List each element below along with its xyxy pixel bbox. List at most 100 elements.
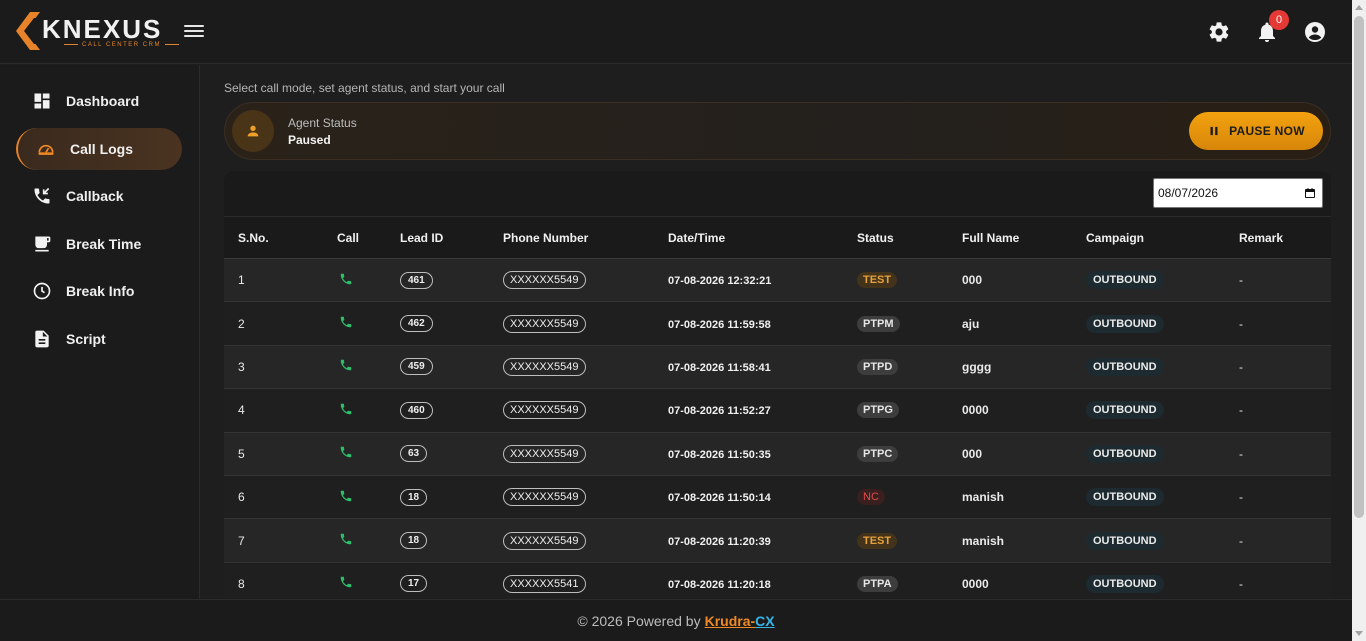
date-filter-input[interactable]: 08/07/2026 <box>1153 178 1323 208</box>
knexus-logo[interactable]: KNEXUS CALL CENTER CRM <box>16 12 164 54</box>
cell-sno: 2 <box>224 301 323 346</box>
header-call[interactable]: Call <box>323 216 386 259</box>
cell-campaign: OUTBOUND <box>1072 475 1225 520</box>
cell-sno: 5 <box>224 432 323 476</box>
top-header: KNEXUS CALL CENTER CRM 0 <box>0 0 1352 64</box>
full-name-text: 000 <box>962 273 983 288</box>
call-phone-icon[interactable] <box>339 402 353 416</box>
cell-status: PTPC <box>843 432 948 476</box>
footer-brand-link[interactable]: Krudra- <box>705 613 756 629</box>
header-campaign[interactable]: Campaign <box>1072 216 1225 259</box>
datetime-text: 07-08-2026 11:58:41 <box>668 361 771 374</box>
calendar-icon[interactable] <box>1304 187 1316 199</box>
table-row[interactable]: 7 18 XXXXXX5549 07-08-2026 11:20:39 TEST mani… <box>224 518 1331 563</box>
cell-campaign: OUTBOUND <box>1072 388 1225 433</box>
cell-phone: XXXXXX5549 <box>489 388 654 433</box>
datetime-text: 07-08-2026 11:59:58 <box>668 318 771 331</box>
footer-brand-link-cx[interactable]: CX <box>755 613 774 629</box>
cell-remark: - <box>1225 388 1331 433</box>
header-date-time[interactable]: Date/Time <box>654 216 843 259</box>
scroll-down-arrow-icon[interactable] <box>1355 631 1363 636</box>
header-remark[interactable]: Remark <box>1225 216 1331 259</box>
document-icon <box>35 330 49 348</box>
cell-lead-id: 18 <box>386 518 489 563</box>
phone-number-pill: XXXXXX5549 <box>503 531 586 550</box>
status-badge: PTPA <box>857 575 898 592</box>
call-phone-icon[interactable] <box>339 315 353 329</box>
table-row[interactable]: 6 18 XXXXXX5549 07-08-2026 11:50:14 NC manish… <box>224 475 1331 520</box>
cell-remark: - <box>1225 345 1331 390</box>
sidebar-item-script[interactable]: Script <box>16 318 182 360</box>
sidebar-item-break-time[interactable]: Break Time <box>16 223 182 265</box>
settings-gear-icon[interactable] <box>1207 20 1231 44</box>
table-row[interactable]: 3 459 XXXXXX5549 07-08-2026 11:58:41 PTPD ggg… <box>224 345 1331 390</box>
sidebar-item-label: Dashboard <box>66 93 140 109</box>
sidebar-item-call-logs[interactable]: Call Logs <box>16 128 182 170</box>
table-body: 1 461 XXXXXX5549 07-08-2026 12:32:21 TEST 000… <box>224 258 1331 599</box>
table-row[interactable]: 2 462 XXXXXX5549 07-08-2026 11:59:58 PTPM aju… <box>224 301 1331 346</box>
status-badge: TEST <box>857 532 898 549</box>
table-row[interactable]: 4 460 XXXXXX5549 07-08-2026 11:52:27 PTPG 000… <box>224 388 1331 433</box>
pause-now-button[interactable]: PAUSE NOW <box>1189 112 1323 150</box>
cell-call <box>323 258 386 303</box>
footer-text: © 2026 Powered by <box>577 612 701 629</box>
cell-phone: XXXXXX5549 <box>489 475 654 520</box>
scroll-up-arrow-icon[interactable] <box>1355 5 1363 10</box>
header-sno[interactable]: S.No. <box>224 216 323 259</box>
cell-status: PTPG <box>843 388 948 433</box>
agent-status-label: Agent Status <box>288 116 357 130</box>
campaign-badge: OUTBOUND <box>1086 444 1164 463</box>
user-account-icon[interactable] <box>1303 20 1327 44</box>
full-name-text: 0000 <box>962 576 989 591</box>
call-phone-icon[interactable] <box>339 489 353 503</box>
cell-remark: - <box>1225 562 1331 599</box>
header-phone-number[interactable]: Phone Number <box>489 216 654 259</box>
sidebar-item-break-info[interactable]: Break Info <box>16 270 182 312</box>
campaign-badge: OUTBOUND <box>1086 271 1164 290</box>
cell-lead-id: 460 <box>386 388 489 433</box>
call-phone-icon[interactable] <box>339 358 353 372</box>
logo-chevron-icon <box>16 12 40 50</box>
call-phone-icon[interactable] <box>339 445 353 459</box>
table-row[interactable]: 5 63 XXXXXX5549 07-08-2026 11:50:35 PTPC 000 O… <box>224 432 1331 476</box>
header-lead-id[interactable]: Lead ID <box>386 216 489 259</box>
cell-remark: - <box>1225 518 1331 563</box>
campaign-badge: OUTBOUND <box>1086 574 1164 593</box>
cell-full-name: 0000 <box>948 562 1072 599</box>
call-phone-icon[interactable] <box>339 532 353 546</box>
cell-call <box>323 562 386 599</box>
header-status[interactable]: Status <box>843 216 948 259</box>
cell-remark: - <box>1225 301 1331 346</box>
page-scrollbar[interactable] <box>1352 0 1366 641</box>
sidebar-item-callback[interactable]: Callback <box>16 175 182 217</box>
agent-status-value: Paused <box>288 133 331 147</box>
full-name-text: aju <box>962 316 980 331</box>
callback-icon <box>34 187 50 204</box>
menu-toggle-icon[interactable] <box>184 22 204 42</box>
lead-id-pill: 459 <box>400 358 433 376</box>
cell-datetime: 07-08-2026 11:20:18 <box>654 562 843 599</box>
cell-campaign: OUTBOUND <box>1072 518 1225 563</box>
scrollbar-thumb[interactable] <box>1354 16 1364 518</box>
table-row[interactable]: 8 17 XXXXXX5541 07-08-2026 11:20:18 PTPA 0000… <box>224 562 1331 599</box>
cell-campaign: OUTBOUND <box>1072 432 1225 476</box>
person-icon <box>247 125 259 137</box>
phone-number-pill: XXXXXX5549 <box>503 271 586 290</box>
header-full-name[interactable]: Full Name <box>948 216 1072 259</box>
call-phone-icon[interactable] <box>339 575 353 589</box>
table-row[interactable]: 1 461 XXXXXX5549 07-08-2026 12:32:21 TEST 000… <box>224 258 1331 303</box>
cell-full-name: gggg <box>948 345 1072 390</box>
cell-phone: XXXXXX5549 <box>489 301 654 346</box>
campaign-badge: OUTBOUND <box>1086 531 1164 550</box>
page-footer: © 2026 Powered by Krudra- CX <box>0 599 1352 641</box>
cell-campaign: OUTBOUND <box>1072 345 1225 390</box>
page-subtitle: Select call mode, set agent status, and … <box>224 81 505 95</box>
sidebar-item-dashboard[interactable]: Dashboard <box>16 80 182 122</box>
call-phone-icon[interactable] <box>339 272 353 286</box>
cell-phone: XXXXXX5549 <box>489 518 654 563</box>
full-name-text: gggg <box>962 359 992 374</box>
pause-now-label: PAUSE NOW <box>1229 124 1305 138</box>
cell-call <box>323 475 386 520</box>
cell-datetime: 07-08-2026 11:20:39 <box>654 518 843 563</box>
phone-number-pill: XXXXXX5549 <box>503 488 586 507</box>
